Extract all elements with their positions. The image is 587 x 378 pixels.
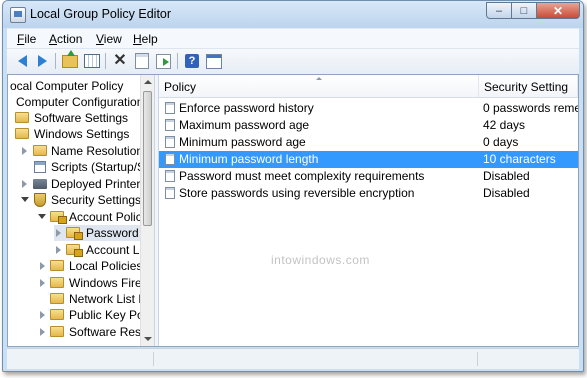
policy-row[interactable]: Minimum password age 0 days bbox=[159, 134, 578, 151]
tree-item-password-policy[interactable]: Password bbox=[54, 225, 140, 241]
menu-help-label: elp bbox=[141, 32, 158, 46]
folder-icon bbox=[50, 260, 64, 271]
app-window: Local Group Policy Editor – □ ✕ File Act… bbox=[2, 0, 584, 372]
expand-arrow-icon[interactable] bbox=[40, 262, 45, 270]
policy-name: Minimum password age bbox=[179, 135, 306, 149]
policy-row[interactable]: Maximum password age 42 days bbox=[159, 117, 578, 134]
locked-folder-icon bbox=[66, 244, 83, 257]
policy-row[interactable]: Store passwords using reversible encrypt… bbox=[159, 185, 578, 202]
policy-name: Enforce password history bbox=[179, 101, 314, 115]
expand-arrow-icon[interactable] bbox=[56, 229, 61, 237]
toolbar-separator bbox=[177, 53, 178, 69]
policy-list: Policy Security Setting Enforce password… bbox=[159, 75, 578, 346]
folder-icon bbox=[50, 293, 64, 304]
export-list-icon[interactable] bbox=[154, 53, 172, 69]
locked-folder-icon bbox=[50, 211, 67, 224]
policy-icon bbox=[165, 187, 175, 199]
policy-setting: 0 passwords remem bbox=[483, 101, 578, 115]
menu-action-label: ction bbox=[57, 32, 83, 46]
menu-file-label: ile bbox=[24, 32, 37, 46]
policy-icon bbox=[165, 136, 175, 148]
gpedit-app-icon[interactable] bbox=[10, 7, 26, 23]
show-action-pane-icon[interactable] bbox=[205, 53, 223, 69]
policy-name: Minimum password length bbox=[179, 152, 319, 166]
title-bar[interactable]: Local Group Policy Editor – □ ✕ bbox=[3, 1, 583, 28]
expand-arrow-icon[interactable] bbox=[22, 147, 27, 155]
back-arrow-icon[interactable] bbox=[13, 53, 31, 69]
properties-icon[interactable] bbox=[133, 53, 151, 69]
policy-row-selected[interactable]: Minimum password length 10 characters bbox=[159, 151, 578, 168]
folder-icon bbox=[15, 128, 29, 139]
expand-arrow-icon[interactable] bbox=[40, 311, 45, 319]
policy-row[interactable]: Enforce password history 0 passwords rem… bbox=[159, 100, 578, 117]
scroll-down-icon[interactable] bbox=[144, 337, 152, 341]
sort-ascending-icon bbox=[316, 77, 322, 80]
menu-action-accel: A bbox=[49, 32, 58, 46]
menu-bar: File Action View Help bbox=[7, 28, 579, 49]
printer-icon bbox=[33, 179, 47, 189]
menu-file[interactable]: File bbox=[17, 32, 36, 46]
policy-setting: 42 days bbox=[483, 118, 526, 132]
policy-name: Store passwords using reversible encrypt… bbox=[179, 186, 415, 200]
tree-scrollbar[interactable] bbox=[140, 75, 154, 346]
minimize-button[interactable]: – bbox=[486, 2, 512, 19]
show-hide-tree-icon[interactable] bbox=[83, 53, 101, 69]
folder-icon bbox=[50, 309, 64, 320]
toolbar-separator bbox=[55, 53, 56, 69]
toolbar: ✕ ? bbox=[7, 48, 579, 75]
expand-arrow-icon[interactable] bbox=[40, 328, 45, 336]
policy-name: Maximum password age bbox=[179, 118, 310, 132]
up-folder-icon[interactable] bbox=[61, 49, 79, 69]
script-icon bbox=[34, 161, 46, 173]
expand-arrow-icon[interactable] bbox=[22, 180, 27, 188]
console-tree: ocal Computer Policy Computer Configurat… bbox=[8, 75, 154, 346]
close-button[interactable]: ✕ bbox=[536, 2, 580, 19]
policy-icon bbox=[165, 119, 175, 131]
policy-row[interactable]: Password must meet complexity requiremen… bbox=[159, 168, 578, 185]
folder-icon bbox=[50, 277, 64, 288]
scroll-thumb[interactable] bbox=[143, 91, 152, 226]
locked-folder-icon bbox=[66, 227, 83, 240]
collapse-arrow-icon[interactable] bbox=[21, 197, 29, 202]
delete-icon[interactable]: ✕ bbox=[111, 53, 129, 69]
menu-view-accel: V bbox=[96, 32, 104, 46]
main-content: ocal Computer Policy Computer Configurat… bbox=[7, 74, 579, 347]
folder-icon bbox=[33, 145, 47, 156]
window-title: Local Group Policy Editor bbox=[30, 7, 172, 21]
folder-icon bbox=[15, 112, 29, 123]
menu-view-label: iew bbox=[103, 32, 122, 46]
column-header-security-setting[interactable]: Security Setting bbox=[479, 75, 578, 98]
collapse-arrow-icon[interactable] bbox=[38, 214, 46, 219]
status-divider bbox=[153, 352, 154, 366]
maximize-button[interactable]: □ bbox=[511, 2, 537, 19]
toolbar-separator bbox=[105, 53, 106, 69]
security-shield-icon bbox=[34, 193, 46, 207]
expand-arrow-icon[interactable] bbox=[40, 279, 45, 287]
help-icon[interactable]: ? bbox=[183, 53, 201, 69]
policy-name: Password must meet complexity requiremen… bbox=[179, 169, 425, 183]
menu-help-accel: H bbox=[133, 32, 142, 46]
policy-setting: 10 characters bbox=[483, 152, 556, 166]
status-bar bbox=[7, 348, 579, 369]
policy-setting: Disabled bbox=[483, 169, 530, 183]
policy-icon bbox=[165, 102, 175, 114]
policy-setting: Disabled bbox=[483, 186, 530, 200]
scroll-up-icon[interactable] bbox=[144, 80, 152, 84]
policy-icon bbox=[165, 153, 175, 165]
policy-setting: 0 days bbox=[483, 135, 519, 149]
forward-arrow-icon[interactable] bbox=[33, 53, 51, 69]
policy-icon bbox=[165, 170, 175, 182]
watermark: intowindows.com bbox=[271, 253, 370, 267]
menu-help[interactable]: Help bbox=[133, 32, 158, 46]
menu-action[interactable]: Action bbox=[49, 32, 82, 46]
folder-icon bbox=[50, 326, 64, 337]
expand-arrow-icon[interactable] bbox=[56, 246, 61, 254]
menu-view[interactable]: View bbox=[96, 32, 122, 46]
status-divider bbox=[477, 352, 478, 366]
